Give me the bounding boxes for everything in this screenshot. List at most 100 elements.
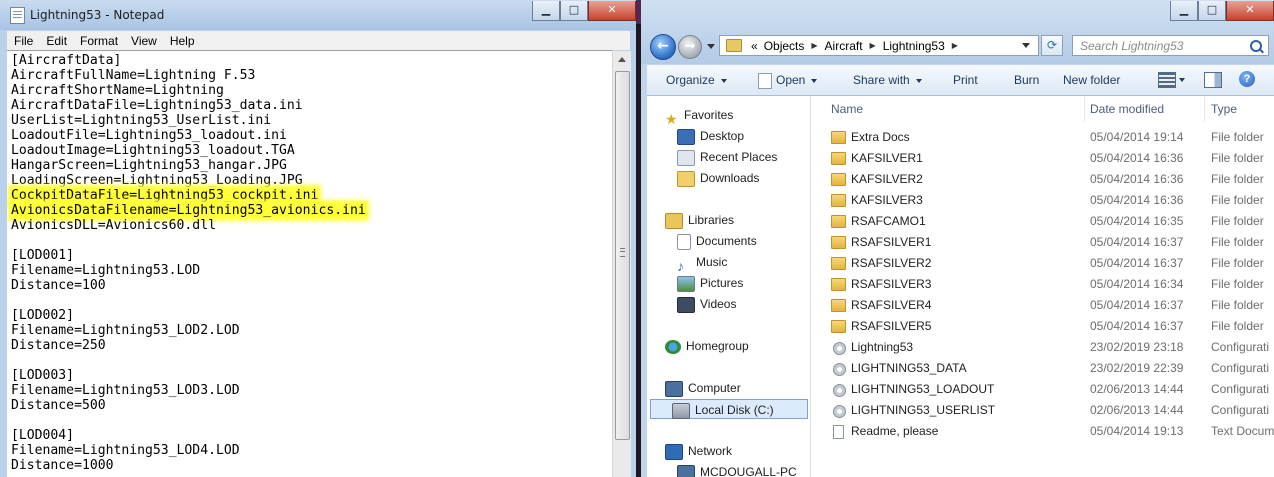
nav-desktop[interactable]: Desktop bbox=[677, 126, 744, 146]
nav-libraries[interactable]: Libraries bbox=[665, 210, 734, 230]
column-divider[interactable] bbox=[1084, 96, 1085, 122]
file-row[interactable]: RSAFSILVER4 05/04/2014 16:37 File folder bbox=[811, 295, 1274, 316]
line-text: [LOD004] bbox=[11, 428, 75, 443]
column-header-name[interactable]: Name bbox=[831, 96, 863, 122]
folder-icon bbox=[831, 299, 846, 312]
share-with-button[interactable]: Share with bbox=[853, 73, 922, 87]
recent-pages-dropdown-icon[interactable] bbox=[707, 44, 715, 49]
explorer-maximize-button[interactable]: □ bbox=[1198, 1, 1226, 21]
file-type: File folder bbox=[1211, 214, 1264, 228]
notepad-title-bar[interactable]: Lightning53 - Notepad ▁ □ ✕ bbox=[0, 0, 636, 30]
menu-format[interactable]: Format bbox=[74, 34, 124, 48]
text-file-icon bbox=[833, 425, 844, 439]
folder-icon bbox=[831, 278, 846, 291]
column-header-type[interactable]: Type bbox=[1211, 96, 1237, 122]
nav-network-pc[interactable]: MCDOUGALL-PC bbox=[677, 462, 797, 477]
minimize-button[interactable]: ▁ bbox=[532, 1, 560, 21]
nav-music[interactable]: ♪ Music bbox=[677, 252, 727, 274]
documents-icon bbox=[677, 233, 691, 250]
open-button[interactable]: Open bbox=[758, 73, 818, 89]
file-date: 05/04/2014 16:35 bbox=[1090, 214, 1184, 228]
file-row[interactable]: RSAFSILVER5 05/04/2014 16:37 File folder bbox=[811, 316, 1274, 337]
nav-homegroup[interactable]: Homegroup bbox=[665, 336, 749, 356]
breadcrumb-lightning53[interactable]: Lightning53 bbox=[880, 39, 948, 53]
nav-documents[interactable]: Documents bbox=[677, 231, 757, 251]
line-text: HangarScreen=Lightning53_hangar.JPG bbox=[11, 158, 287, 173]
close-button[interactable]: ✕ bbox=[588, 1, 636, 21]
file-date: 05/04/2014 19:13 bbox=[1090, 424, 1184, 438]
explorer-close-button[interactable]: ✕ bbox=[1226, 1, 1274, 21]
menu-file[interactable]: File bbox=[8, 34, 39, 48]
search-icon[interactable] bbox=[1250, 40, 1262, 52]
help-icon[interactable]: ? bbox=[1239, 71, 1255, 87]
file-row[interactable]: Extra Docs 05/04/2014 19:14 File folder bbox=[811, 127, 1274, 148]
breadcrumb-objects[interactable]: Objects bbox=[761, 39, 808, 53]
folder-icon bbox=[831, 320, 846, 333]
file-row[interactable]: RSAFSILVER3 05/04/2014 16:34 File folder bbox=[811, 274, 1274, 295]
menu-view[interactable]: View bbox=[125, 34, 163, 48]
explorer-minimize-button[interactable]: ▁ bbox=[1170, 1, 1198, 21]
file-type: File folder bbox=[1211, 298, 1264, 312]
text-line: CockpitDataFile=Lightning53_cockpit.ini bbox=[11, 188, 612, 203]
notepad-icon bbox=[10, 7, 25, 24]
file-date: 23/02/2019 23:18 bbox=[1090, 340, 1184, 354]
preview-pane-icon[interactable] bbox=[1204, 72, 1222, 88]
forward-arrow-icon[interactable]: → bbox=[678, 35, 702, 59]
nav-downloads[interactable]: Downloads bbox=[677, 168, 759, 188]
column-header-date-modified[interactable]: Date modified bbox=[1090, 96, 1164, 122]
breadcrumb-aircraft[interactable]: Aircraft bbox=[822, 39, 866, 53]
nav-recent-places[interactable]: Recent Places bbox=[677, 147, 777, 167]
nav-network[interactable]: Network bbox=[665, 441, 732, 461]
address-overflow[interactable]: « bbox=[748, 39, 761, 53]
nav-pictures[interactable]: Pictures bbox=[677, 273, 743, 293]
file-row[interactable]: Readme, please 05/04/2014 19:13 Text Docum bbox=[811, 421, 1274, 442]
nav-computer[interactable]: Computer bbox=[665, 378, 741, 398]
change-view-icon[interactable] bbox=[1158, 72, 1176, 88]
notepad-vertical-scrollbar[interactable] bbox=[612, 51, 631, 477]
search-input[interactable]: Search Lightning53 bbox=[1072, 35, 1269, 56]
file-row[interactable]: RSAFCAMO1 05/04/2014 16:35 File folder bbox=[811, 211, 1274, 232]
maximize-button[interactable]: □ bbox=[560, 1, 588, 21]
view-options-dropdown-icon[interactable] bbox=[1179, 78, 1185, 82]
file-name: RSAFSILVER1 bbox=[851, 235, 932, 249]
file-date: 05/04/2014 16:37 bbox=[1090, 319, 1184, 333]
file-date: 02/06/2013 14:44 bbox=[1090, 382, 1184, 396]
file-row[interactable]: RSAFSILVER1 05/04/2014 16:37 File folder bbox=[811, 232, 1274, 253]
back-arrow-icon[interactable]: ← bbox=[650, 34, 676, 60]
breadcrumb-arrow-icon[interactable]: ▶ bbox=[866, 41, 880, 50]
breadcrumb-arrow-icon[interactable]: ▶ bbox=[807, 41, 821, 50]
address-dropdown-icon[interactable] bbox=[1022, 43, 1030, 48]
explorer-title-bar[interactable]: ▁ □ ✕ ← → « Objects ▶ Aircraft ▶ Lightni… bbox=[641, 0, 1274, 64]
file-date: 05/04/2014 16:36 bbox=[1090, 172, 1184, 186]
text-line: LoadingScreen=Lightning53_Loading.JPG bbox=[11, 173, 612, 188]
folder-icon bbox=[726, 39, 742, 52]
menu-help[interactable]: Help bbox=[164, 34, 201, 48]
breadcrumb-arrow-icon[interactable]: ▶ bbox=[948, 41, 962, 50]
burn-button[interactable]: Burn bbox=[1014, 73, 1039, 87]
file-row[interactable]: RSAFSILVER2 05/04/2014 16:37 File folder bbox=[811, 253, 1274, 274]
menu-edit[interactable]: Edit bbox=[40, 34, 73, 48]
nav-local-disk[interactable]: Local Disk (C:) bbox=[650, 399, 808, 419]
file-row[interactable]: KAFSILVER2 05/04/2014 16:36 File folder bbox=[811, 169, 1274, 190]
file-row[interactable]: Lightning53 23/02/2019 23:18 Configurati bbox=[811, 337, 1274, 358]
print-button[interactable]: Print bbox=[953, 73, 978, 87]
notepad-window: Lightning53 - Notepad ▁ □ ✕ File Edit Fo… bbox=[0, 0, 636, 477]
file-row[interactable]: KAFSILVER1 05/04/2014 16:36 File folder bbox=[811, 148, 1274, 169]
address-bar[interactable]: « Objects ▶ Aircraft ▶ Lightning53 ▶ bbox=[719, 35, 1039, 56]
scroll-up-arrow-icon[interactable] bbox=[618, 57, 626, 62]
column-divider[interactable] bbox=[1204, 96, 1205, 122]
file-row[interactable]: LIGHTNING53_DATA 23/02/2019 22:39 Configur… bbox=[811, 358, 1274, 379]
line-text: Distance=1000 bbox=[11, 458, 114, 473]
notepad-text-area[interactable]: [AircraftData] AircraftFullName=Lightning… bbox=[7, 50, 612, 477]
file-row[interactable]: LIGHTNING53_LOADOUT 02/06/2013 14:44 Confi… bbox=[811, 379, 1274, 400]
new-folder-button[interactable]: New folder bbox=[1063, 73, 1120, 87]
nav-videos[interactable]: Videos bbox=[677, 294, 736, 314]
refresh-icon[interactable]: ⟳ bbox=[1041, 35, 1063, 56]
organize-button[interactable]: Organize bbox=[666, 73, 727, 87]
line-text: LoadoutImage=Lightning53_loadout.TGA bbox=[11, 143, 295, 158]
file-row[interactable]: KAFSILVER3 05/04/2014 16:36 File folder bbox=[811, 190, 1274, 211]
file-row[interactable]: LIGHTNING53_USERLIST 02/06/2013 14:44 Conf… bbox=[811, 400, 1274, 421]
scrollbar-thumb[interactable] bbox=[615, 71, 630, 440]
file-name: LIGHTNING53_LOADOUT bbox=[851, 382, 995, 396]
nav-favorites[interactable]: ★ Favorites bbox=[665, 105, 733, 127]
